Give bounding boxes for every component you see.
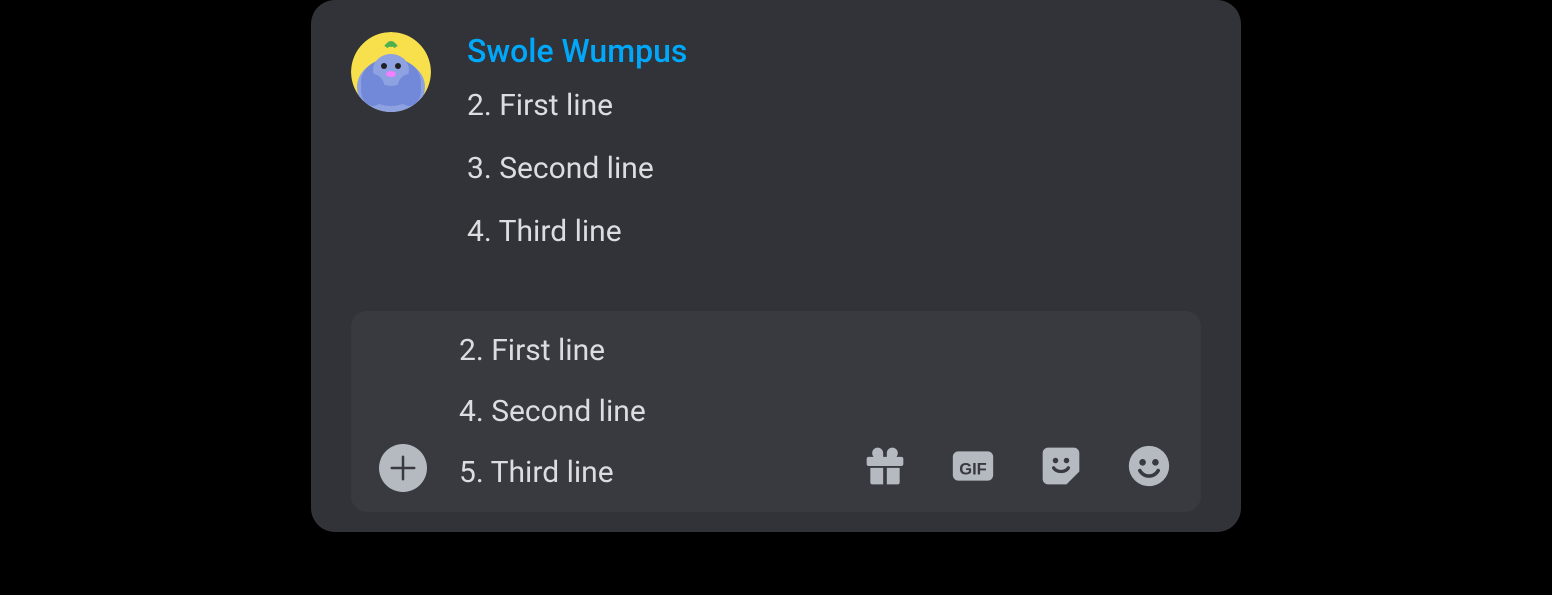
message-line: 4. Third line [467,212,1201,251]
input-action-icons: GIF [861,442,1173,490]
message-line: 3. Second line [467,149,1201,188]
gift-button[interactable] [861,442,909,490]
gift-icon [863,444,907,488]
plus-icon [388,453,418,483]
emoji-icon [1127,444,1171,488]
gif-button[interactable]: GIF [949,442,997,490]
message: Swole Wumpus 2. First line 3. Second lin… [311,32,1241,251]
input-line: 5. Third line [459,453,861,492]
message-content: Swole Wumpus 2. First line 3. Second lin… [467,32,1201,251]
chat-panel: Swole Wumpus 2. First line 3. Second lin… [311,0,1241,532]
input-line: 4. Second line [459,392,861,431]
username[interactable]: Swole Wumpus [467,32,1201,70]
input-line: 2. First line [459,331,861,370]
svg-text:GIF: GIF [959,461,987,479]
sticker-icon [1039,444,1083,488]
message-input-text[interactable]: 2. First line 4. Second line 5. Third li… [459,331,861,492]
avatar[interactable] [351,32,431,112]
message-line: 2. First line [467,86,1201,125]
gif-icon: GIF [951,444,995,488]
message-input-area[interactable]: 2. First line 4. Second line 5. Third li… [351,311,1201,512]
sticker-button[interactable] [1037,442,1085,490]
attach-button[interactable] [379,444,427,492]
emoji-button[interactable] [1125,442,1173,490]
